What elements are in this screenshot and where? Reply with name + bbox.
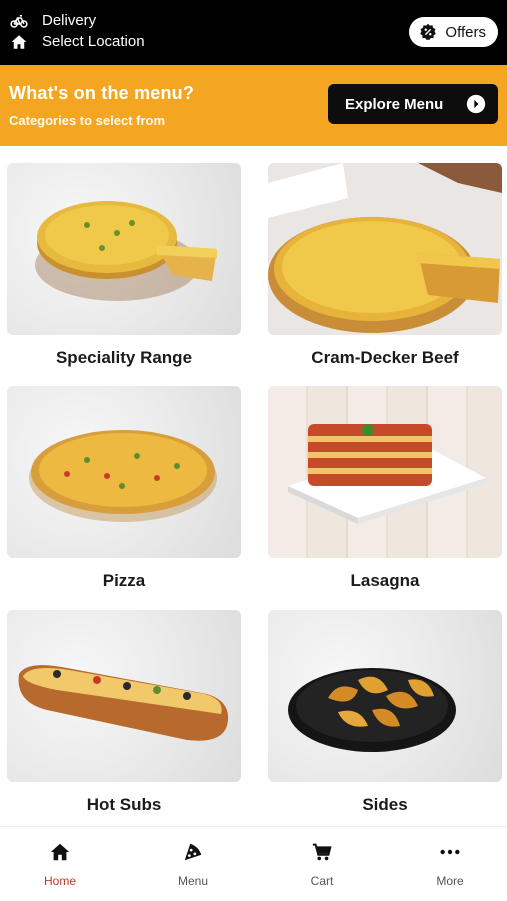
hot-subs-image [7, 610, 241, 782]
nav-cart[interactable]: Cart [282, 841, 362, 888]
bottom-nav: Home Menu Cart More [0, 826, 507, 901]
nav-more-label: More [436, 874, 464, 888]
offers-label: Offers [445, 23, 486, 41]
location-row[interactable]: Select Location [10, 33, 145, 51]
category-grid: Speciality Range Cram-Decker Beef Pizza … [0, 146, 507, 826]
offer-badge-icon [420, 23, 437, 41]
offers-button[interactable]: Offers [409, 17, 498, 47]
category-card-speciality-range[interactable]: Speciality Range [7, 163, 241, 383]
category-card-cram-decker-beef[interactable]: Cram-Decker Beef [268, 163, 502, 383]
nav-menu-label: Menu [177, 874, 209, 888]
category-label: Pizza [102, 571, 146, 590]
category-card-sides[interactable]: Sides [268, 610, 502, 830]
more-dots-icon [440, 849, 460, 855]
home-location-icon [11, 35, 27, 49]
delivery-row[interactable]: Delivery [10, 12, 96, 30]
category-label: Lasagna [350, 571, 420, 590]
cram-decker-beef-image [268, 163, 502, 335]
category-label: Hot Subs [86, 795, 162, 814]
explore-menu-button[interactable]: Explore Menu [328, 84, 498, 124]
category-card-hot-subs[interactable]: Hot Subs [7, 610, 241, 830]
category-label: Sides [362, 795, 408, 814]
category-label: Speciality Range [55, 348, 193, 367]
top-bar: Delivery Select Location Offers [0, 0, 507, 65]
delivery-label: Delivery [42, 12, 97, 29]
category-label: Cram-Decker Beef [311, 348, 459, 367]
category-card-lasagna[interactable]: Lasagna [268, 386, 502, 606]
cart-icon [312, 843, 332, 861]
bicycle-icon [10, 15, 28, 28]
home-icon [50, 843, 70, 861]
select-location-label: Select Location [42, 33, 145, 50]
speciality-range-image [7, 163, 241, 335]
nav-home[interactable]: Home [20, 841, 100, 888]
pizza-slice-icon [184, 843, 202, 861]
explore-menu-label: Explore Menu [345, 95, 444, 113]
category-card-pizza[interactable]: Pizza [7, 386, 241, 606]
banner-subtitle: Categories to select from [9, 113, 166, 128]
nav-menu[interactable]: Menu [153, 841, 233, 888]
sides-image [268, 610, 502, 782]
nav-more[interactable]: More [410, 841, 490, 888]
nav-home-label: Home [43, 874, 76, 888]
pizza-image [7, 386, 241, 558]
arrow-right-circle-icon [466, 94, 486, 114]
menu-banner: What's on the menu? Categories to select… [0, 65, 507, 146]
lasagna-image [268, 386, 502, 558]
banner-title: What's on the menu? [9, 83, 195, 103]
nav-cart-label: Cart [310, 874, 334, 888]
